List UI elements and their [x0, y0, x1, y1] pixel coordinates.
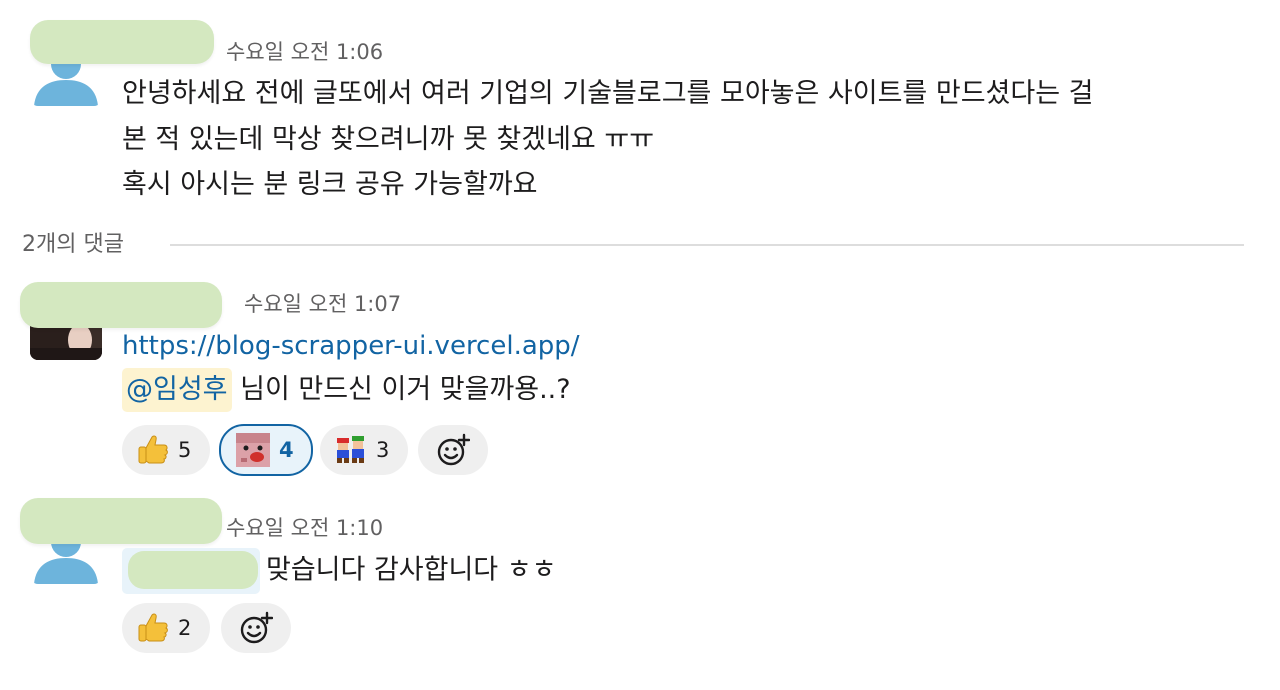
- add-reaction-button[interactable]: [221, 603, 291, 653]
- author-name-redacted[interactable]: [30, 20, 214, 64]
- message-timestamp[interactable]: 수요일 오전 1:07: [244, 288, 401, 318]
- thread-view: 수요일 오전 1:06 안녕하세요 전에 글또에서 여러 기업의 기술블로그를 …: [0, 0, 1280, 690]
- reaction-custom[interactable]: 4: [219, 424, 313, 476]
- message-timestamp[interactable]: 수요일 오전 1:10: [226, 512, 383, 542]
- add-reaction-icon: [436, 433, 470, 467]
- thread-divider: [170, 244, 1244, 246]
- user-mention[interactable]: @임성후: [122, 368, 232, 412]
- reaction-thumbs-up[interactable]: 5: [122, 425, 210, 475]
- reply-count-label: 2개의 댓글: [22, 232, 124, 257]
- reply-text: 맞습니다 감사합니다 ㅎㅎ: [122, 548, 556, 594]
- add-reaction-button[interactable]: [418, 425, 488, 475]
- reaction-count: 2: [178, 616, 192, 640]
- shared-link[interactable]: https://blog-scrapper-ui.vercel.app/: [122, 324, 580, 368]
- mario-luigi-emoji-icon: [334, 433, 368, 467]
- user-mention-redacted[interactable]: [122, 548, 260, 594]
- thumbs-up-icon: [136, 433, 170, 467]
- add-reaction-icon: [239, 611, 273, 645]
- pink-creature-emoji-icon: [235, 432, 271, 468]
- author-name-redacted[interactable]: [20, 282, 222, 328]
- thumbs-up-icon: [136, 611, 170, 645]
- message-text-line: 본 적 있는데 막상 찾으려니까 못 찾겠네요 ㅠㅠ: [122, 124, 655, 155]
- message-text-line: 혹시 아시는 분 링크 공유 가능할까요: [122, 169, 538, 200]
- reaction-count: 5: [178, 438, 192, 462]
- message-text-line: 안녕하세요 전에 글또에서 여러 기업의 기술블로그를 모아놓은 사이트를 만드…: [122, 78, 1094, 109]
- reaction-thumbs-up[interactable]: 2: [122, 603, 210, 653]
- reply-text-body: 맞습니다 감사합니다 ㅎㅎ: [266, 554, 557, 586]
- author-name-redacted[interactable]: [20, 498, 222, 544]
- reaction-count: 4: [279, 438, 294, 462]
- reaction-mario-luigi[interactable]: 3: [320, 425, 408, 475]
- reply-text-body: 님이 만드신 이거 맞을까용..?: [231, 374, 571, 405]
- reaction-count: 3: [376, 438, 390, 462]
- message-timestamp[interactable]: 수요일 오전 1:06: [226, 36, 383, 66]
- reply-text: @임성후 님이 만드신 이거 맞을까용..?: [122, 368, 571, 412]
